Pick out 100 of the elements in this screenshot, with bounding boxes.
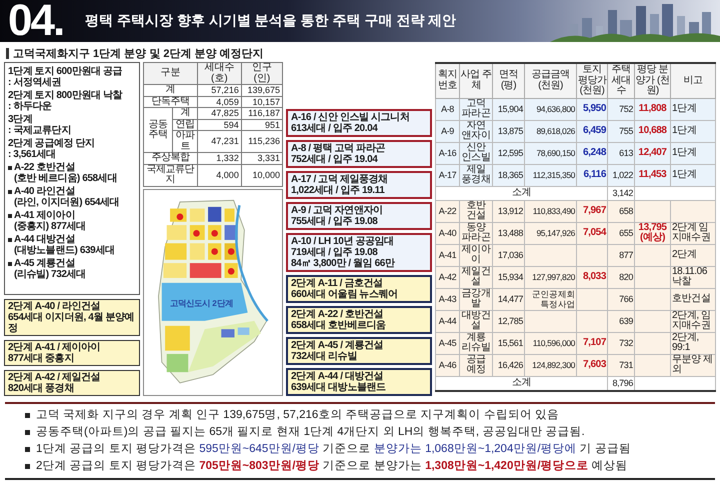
table-cell: 고덕 파라곤 <box>460 98 492 120</box>
table-cell: 공동주택 <box>144 108 173 152</box>
table-cell: A-17 <box>436 164 460 186</box>
legend-text: A-40 라인건설 (라인, 이지더원) 654세대 <box>14 186 120 208</box>
table-cell: 7,107 <box>576 332 608 354</box>
table-cell: 951 <box>241 119 282 130</box>
table-cell: 호반건설 <box>670 288 716 310</box>
table-cell: 115,236 <box>241 130 282 152</box>
column-header: 사업 주체 <box>460 63 492 98</box>
column-header: 획지 번호 <box>436 63 460 98</box>
table-cell: 10,000 <box>241 164 282 186</box>
table-cell: 755 <box>608 120 634 142</box>
table-cell: 1,332 <box>197 152 242 164</box>
table-cell: 1단계 <box>670 98 716 120</box>
table-cell: 연립 <box>172 119 198 130</box>
table-cell: 12,785 <box>492 310 524 332</box>
table-cell: A-41 <box>436 244 460 266</box>
table-cell: 2단계, 임지매수권 <box>670 310 716 332</box>
table-cell: 대방건설 <box>460 310 492 332</box>
table-cell: 732 <box>608 332 634 354</box>
table-cell: 4,000 <box>197 164 242 186</box>
table-cell: 14,477 <box>492 288 524 310</box>
table-cell: 10,688 <box>634 120 670 142</box>
table-cell: 공급 예정 <box>460 354 492 376</box>
summary-text: 1단계 공급의 토지 평당가격은 595만원~645만원/평당 기준으로 분양가는 1,068만원~1,204만원/평당에 기 공급됨 <box>36 442 631 457</box>
table-cell: 제일건설 <box>460 266 492 288</box>
column-header: 주택 세대수 <box>608 63 634 98</box>
table-cell: 15,561 <box>492 332 524 354</box>
map-label: 고덕신도시 2단계 <box>170 299 233 308</box>
column-header: 구분 <box>144 62 198 84</box>
table-cell: 8,796 <box>608 376 634 390</box>
table-cell: 동양 파라곤 <box>460 222 492 244</box>
table-cell: 655 <box>608 222 634 244</box>
table-cell: 658 <box>608 200 634 222</box>
table-cell: 16,426 <box>492 354 524 376</box>
table-cell: 139,675 <box>241 84 282 96</box>
table-cell: A-46 <box>436 354 460 376</box>
project-label: 2단계 A-44 / 대방건설 639세대 대방노블랜드 <box>286 368 432 396</box>
legend-text: A-41 제이아이 (중흥지) 877세대 <box>14 210 86 232</box>
table-cell: 110,596,000 <box>524 332 576 354</box>
table-cell: 13,912 <box>492 200 524 222</box>
table-cell: A-8 <box>436 98 460 120</box>
table-cell: A-44 <box>436 310 460 332</box>
project-label: 2단계 A-45 / 계룡건설 732세대 리슈빌 <box>286 337 432 365</box>
project-label: 2단계 A-42 / 제일건설 820세대 풍경채 <box>4 370 140 396</box>
table-cell: 7,603 <box>576 354 608 376</box>
project-label: 2단계 A-41 / 제이아이 877세대 중흥지 <box>4 340 140 366</box>
table-cell: 1,022 <box>608 164 634 186</box>
table-cell: 594 <box>197 119 242 130</box>
table-cell: 6,248 <box>576 142 608 164</box>
column-header: 공급금액 (천원) <box>524 63 576 98</box>
summary-text: 2단계 공급의 토지 평당가격은 705만원~803만원/평당 기준으로 분양가는 1,308만원~1,420만원/평당으로 예상됨 <box>36 459 628 474</box>
table-cell: 15,934 <box>492 266 524 288</box>
table-cell: A-22 <box>436 200 460 222</box>
table-cell: 766 <box>608 288 634 310</box>
table-cell: 계룡 리슈빌 <box>460 332 492 354</box>
table-cell: 국제교류단지 <box>144 164 198 186</box>
table-cell: 아파트 <box>172 130 198 152</box>
legend-text: 2단계 공급예정 단지 : 3,561세대 <box>8 138 95 160</box>
table-cell: 116,187 <box>241 108 282 119</box>
table-cell: 13,875 <box>492 120 524 142</box>
table-cell: 127,997,820 <box>524 266 576 288</box>
column-header: 면적 (평) <box>492 63 524 98</box>
project-label: 2단계 A-22 / 호반건설 658세대 호반베르디움 <box>286 306 432 334</box>
table-cell: 1단계 <box>670 120 716 142</box>
table-cell: 2단계 임지매수권 <box>670 222 716 244</box>
table-cell: 877 <box>608 244 634 266</box>
table-cell: 계 <box>172 108 198 119</box>
table-cell: 89,618,026 <box>524 120 576 142</box>
table-cell: A-9 <box>436 120 460 142</box>
table-cell: 731 <box>608 354 634 376</box>
table-cell: 2단계 <box>670 244 716 266</box>
project-label: A-10 / LH 10년 공공임대 719세대 / 입주 19.08 84㎡ 3,800만 / 월임 66만 <box>286 233 432 272</box>
table-cell: 자연 앤자이 <box>460 120 492 142</box>
table-cell: 18,365 <box>492 164 524 186</box>
table-cell: 47,231 <box>197 130 242 152</box>
table-cell: A-42 <box>436 266 460 288</box>
table-cell: 8,033 <box>576 266 608 288</box>
legend-text: A-45 계룡건설 (리슈빌) 732세대 <box>14 258 86 280</box>
table-cell: 15,904 <box>492 98 524 120</box>
table-cell: 112,315,350 <box>524 164 576 186</box>
table-cell: 5,950 <box>576 98 608 120</box>
table-cell: 단독주택 <box>144 96 198 108</box>
table-cell: 무분양 제외 <box>670 354 716 376</box>
column-header: 토지 평당가 (천원) <box>576 63 608 98</box>
legend-text: A-44 대방건설 (대방노블랜드) 639세대 <box>14 234 115 256</box>
table-cell: 6,459 <box>576 120 608 142</box>
table-cell: 금강개발 <box>460 288 492 310</box>
table-cell: 주상복합 <box>144 152 198 164</box>
project-label: 2단계 A-40 / 라인건설 654세대 이지더원, 4월 분양예정 <box>4 299 140 336</box>
column-header: 비고 <box>670 63 716 98</box>
table-cell: 신안 인스빌 <box>460 142 492 164</box>
project-label: A-8 / 평택 고덕 파라곤 752세대 / 입주 19.04 <box>286 140 432 168</box>
table-cell: 17,036 <box>492 244 524 266</box>
legend-text: 1단계 토지 600만원대 공급 : 서정역세권 <box>8 66 122 88</box>
section-heading: 고덕국제화지구 1단계 분양 및 2단계 분양 예정단지 <box>13 46 264 60</box>
table-cell: 1단계 <box>670 142 716 164</box>
table-cell: 95,147,926 <box>524 222 576 244</box>
summary-text: 고덕 국제화 지구의 경우 계획 인구 139,675명, 57,216호의 주택공급으로 지구계획이 수립되어 있음 <box>36 408 560 423</box>
table-cell: 11,808 <box>634 98 670 120</box>
